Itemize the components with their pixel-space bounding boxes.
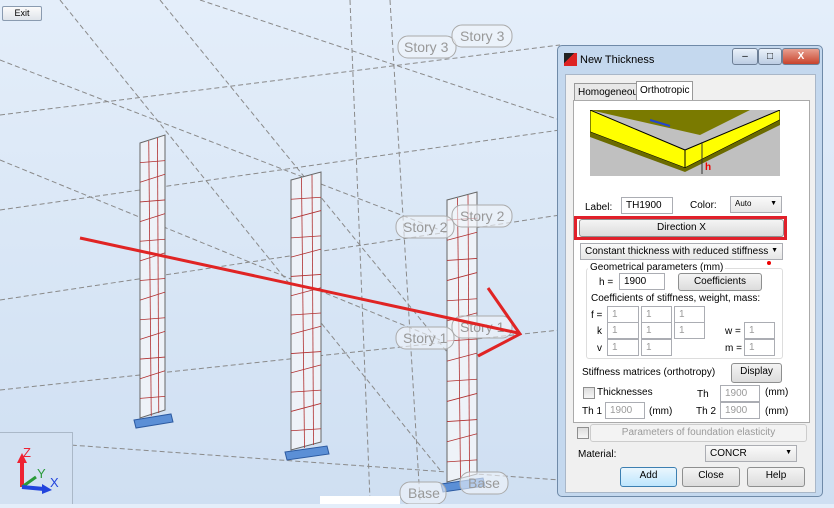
close-button[interactable]: Close	[682, 467, 740, 487]
story-1-label: Story 1	[403, 330, 448, 346]
story-label: Story 3	[397, 35, 457, 59]
th1-input[interactable]: 1900	[605, 402, 645, 419]
help-button[interactable]: Help	[747, 467, 805, 487]
thicknesses-caption: Thicknesses	[597, 387, 653, 398]
mm-unit: (mm)	[765, 406, 789, 417]
geom-group-title: Geometrical parameters (mm)	[588, 262, 726, 273]
wall-panel[interactable]	[133, 134, 174, 429]
th-input[interactable]: 1900	[720, 385, 760, 402]
x-axis-icon	[21, 485, 45, 491]
mm-unit: (mm)	[649, 406, 673, 417]
new-thickness-dialog: New Thickness – □ X Homogeneous Orthotro…	[557, 45, 823, 497]
svg-text:Y: Y	[37, 466, 46, 481]
h-input[interactable]: 1900	[619, 273, 665, 290]
story-2-label: Story 2	[403, 219, 448, 235]
f-caption: f =	[591, 310, 603, 321]
v-input[interactable]: 1	[607, 339, 639, 356]
dialog-title: New Thickness	[580, 54, 655, 66]
stiffness-caption: Stiffness matrices (orthotropy)	[582, 367, 716, 378]
foundation-checkbox[interactable]	[577, 427, 589, 439]
m-caption: m =	[725, 343, 742, 354]
k-input[interactable]: 1	[674, 322, 705, 339]
color-select[interactable]: Auto	[730, 196, 782, 213]
direction-x-button[interactable]: Direction X	[579, 219, 784, 237]
close-window-button[interactable]: X	[782, 48, 820, 65]
label-caption: Label:	[585, 202, 613, 213]
th1-caption: Th 1	[582, 406, 603, 417]
th2-input[interactable]: 1900	[720, 402, 760, 419]
label-input[interactable]: TH1900	[621, 197, 673, 214]
k-input[interactable]: 1	[641, 322, 672, 339]
th2-caption: Th 2	[696, 406, 717, 417]
tab-orthotropic[interactable]: Orthotropic	[636, 81, 694, 102]
minimize-button[interactable]: –	[732, 48, 758, 65]
thickness-preview-image: h	[590, 110, 780, 176]
color-caption: Color:	[690, 200, 717, 211]
display-button[interactable]: Display	[731, 363, 782, 383]
exit-button[interactable]: Exit	[2, 6, 42, 21]
f-input[interactable]: 1	[641, 306, 672, 323]
k-caption: k	[597, 326, 602, 337]
f-input[interactable]: 1	[607, 306, 639, 323]
story-3-label: Story 3	[404, 39, 449, 55]
h-caption: h =	[599, 277, 614, 288]
story-2-label: Story 2	[460, 208, 505, 224]
m-input[interactable]: 1	[744, 339, 775, 356]
coefficients-button[interactable]: Coefficients	[678, 273, 762, 291]
add-button[interactable]: Add	[620, 467, 677, 487]
maximize-button[interactable]: □	[758, 48, 782, 65]
thicknesses-checkbox[interactable]	[583, 387, 595, 399]
base-label: Base	[408, 485, 440, 501]
v-input[interactable]: 1	[641, 339, 672, 356]
base-label: Base	[468, 475, 500, 491]
svg-text:Z: Z	[23, 445, 31, 460]
k-input[interactable]: 1	[607, 322, 639, 339]
v-caption: v	[597, 343, 602, 354]
material-select[interactable]: CONCR	[705, 445, 797, 462]
app-icon	[564, 53, 577, 66]
w-input[interactable]: 1	[744, 322, 775, 339]
th-caption: Th	[697, 389, 709, 400]
foundation-elasticity-button[interactable]: Parameters of foundation elasticity	[590, 424, 807, 442]
mm-unit: (mm)	[765, 387, 789, 398]
story-3-label: Story 3	[460, 28, 505, 44]
coef-caption: Coefficients of stiffness, weight, mass:	[591, 293, 761, 304]
axis-indicator: Z Y X	[0, 432, 73, 504]
svg-text:h: h	[705, 162, 711, 173]
f-input[interactable]: 1	[674, 306, 705, 323]
material-caption: Material:	[578, 449, 617, 460]
wall-panel[interactable]	[284, 171, 330, 461]
svg-text:X: X	[50, 475, 59, 490]
thickness-type-select[interactable]: Constant thickness with reduced stiffnes…	[580, 243, 783, 260]
w-caption: w =	[725, 326, 741, 337]
red-dot	[767, 261, 771, 265]
